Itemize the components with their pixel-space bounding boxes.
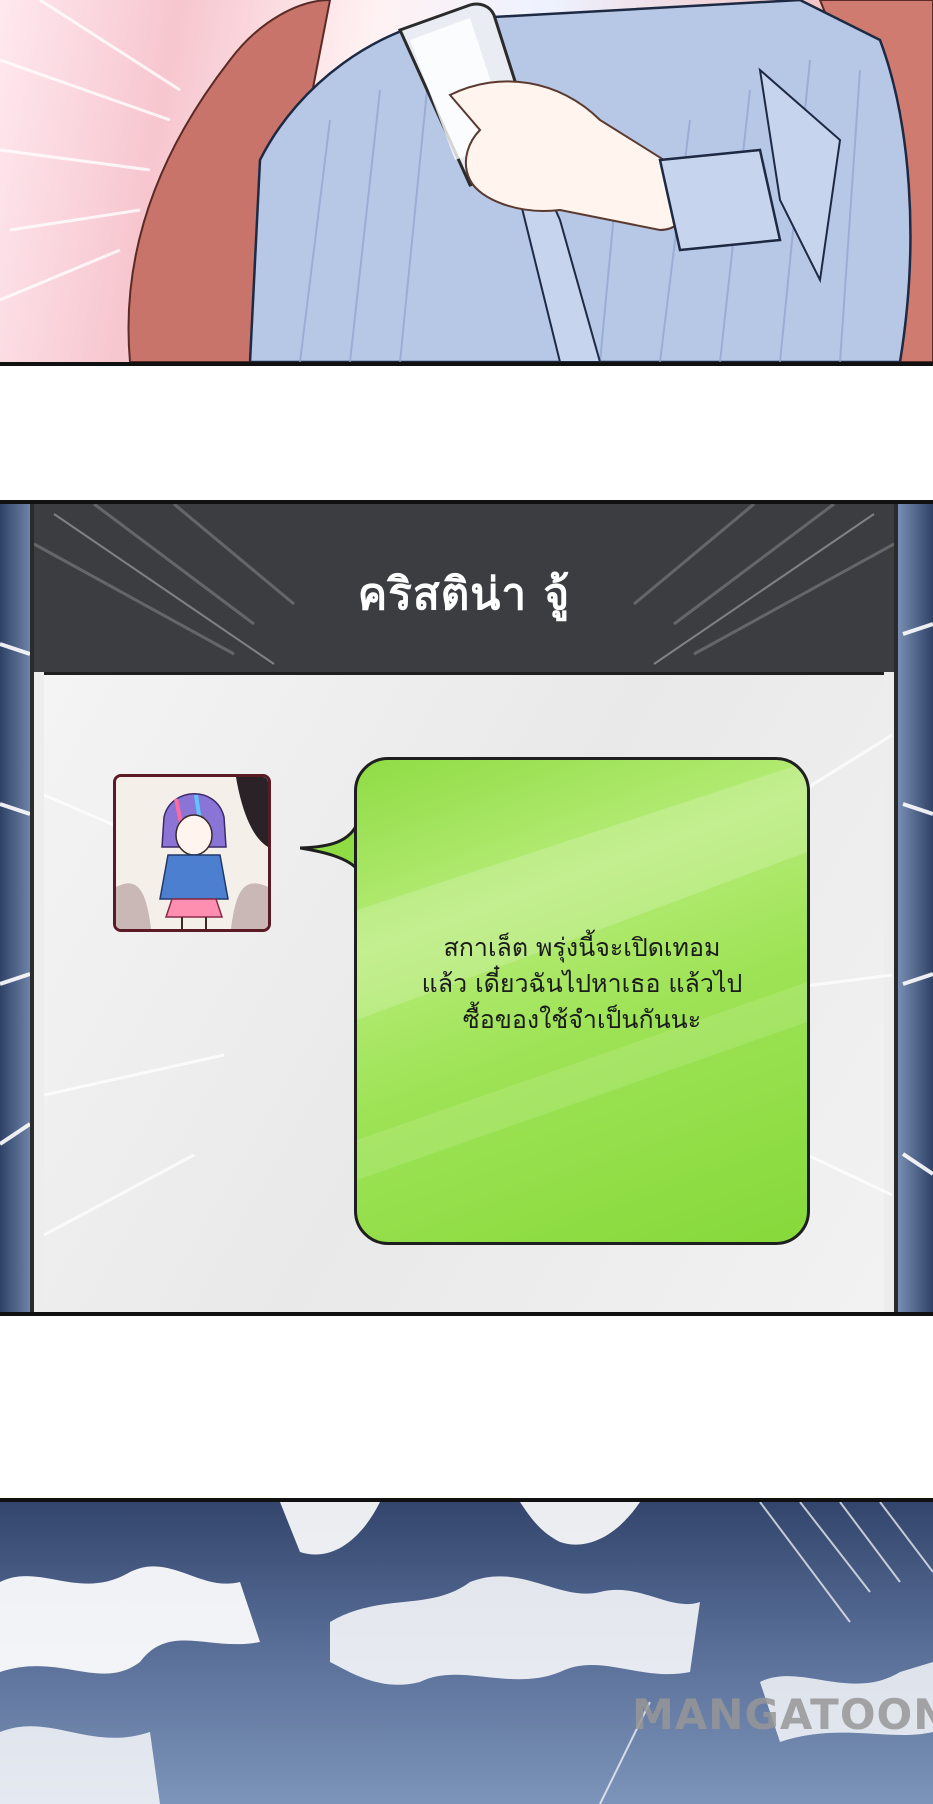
- chat-header: คริสติน่า จู้: [34, 504, 894, 672]
- woman-holding-phone-illustration: [0, 0, 933, 362]
- speech-bubble-tail: [300, 822, 360, 872]
- message-line: ซื้อของใช้จำเป็นกันนะ: [462, 1005, 702, 1034]
- message-bubble[interactable]: สกาเล็ต พรุ่งนี้จะเปิดเทอม แล้ว เดี๋ยวฉั…: [354, 757, 810, 1245]
- message-line: สกาเล็ต พรุ่งนี้จะเปิดเทอม: [443, 933, 721, 962]
- watermark-text: MANGATOON: [632, 1690, 933, 1739]
- avatar-illustration-icon: [116, 777, 268, 929]
- illustration-panel-top: [0, 0, 933, 366]
- splash-illustration: [0, 1502, 933, 1804]
- illustration-panel-bottom: MANGATOON: [0, 1498, 933, 1804]
- chat-panel: คริสติน่า จู้ สกาเล็ต พรุ่งนี้จะเปิดเทอม…: [0, 500, 933, 1316]
- contact-name-title: คริสติน่า จู้: [357, 569, 571, 620]
- chat-window: คริสติน่า จู้ สกาเล็ต พรุ่งนี้จะเปิดเทอม…: [30, 504, 898, 1312]
- message-text: สกาเล็ต พรุ่งนี้จะเปิดเทอม แล้ว เดี๋ยวฉั…: [357, 930, 807, 1038]
- avatar[interactable]: [113, 774, 271, 932]
- message-line: แล้ว เดี๋ยวฉันไปหาเธอ แล้วไป: [421, 969, 743, 998]
